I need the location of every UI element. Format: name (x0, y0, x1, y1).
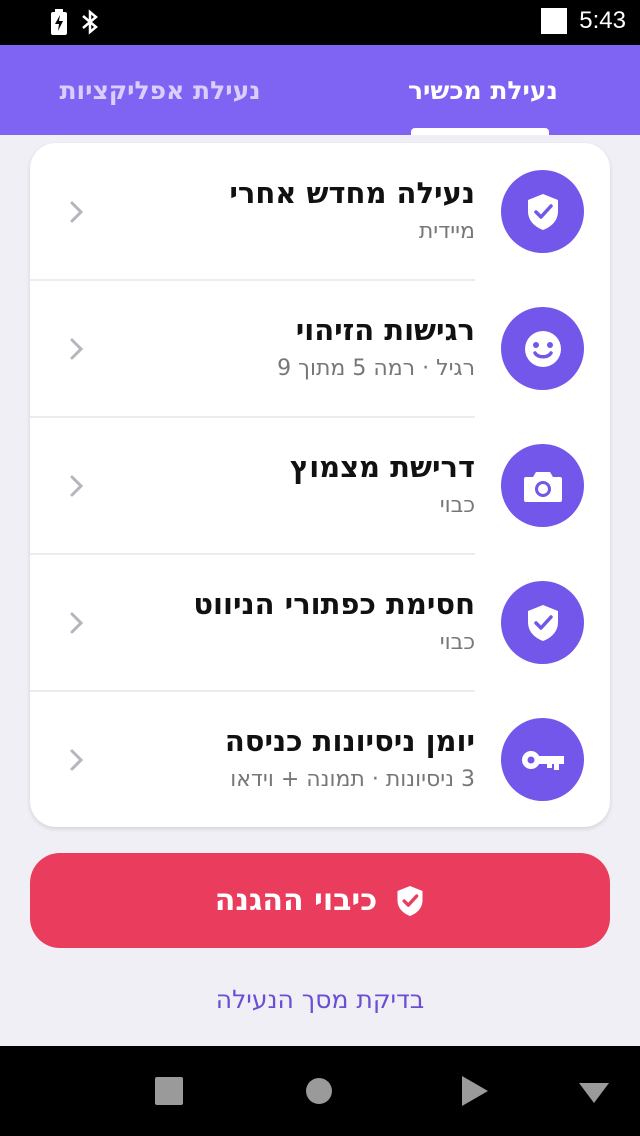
shield-check-icon (501, 581, 584, 664)
bluetooth-icon (80, 9, 100, 39)
check-lock-screen-link[interactable]: בדיקת מסך הנעילה (0, 985, 640, 1014)
back-button[interactable] (460, 1075, 490, 1107)
setting-title: דרישת מצמוץ (290, 450, 475, 484)
recents-button[interactable] (154, 1076, 184, 1106)
shield-check-icon (397, 885, 423, 916)
button-label: כיבוי ההגנה (214, 883, 378, 918)
face-icon (501, 307, 584, 390)
setting-login-attempts-log[interactable]: יומן ניסיונות כניסה 3 ניסיונות · תמונה +… (30, 691, 610, 827)
chevron-left-icon (70, 475, 84, 497)
setting-detection-sensitivity[interactable]: רגישות הזיהוי רגיל · רמה 5 מתוך 9 (30, 280, 610, 417)
notification-down-button[interactable] (578, 1082, 610, 1104)
key-icon (501, 718, 584, 801)
setting-value: כבוי (439, 493, 475, 518)
clock: 5:43 (579, 7, 626, 34)
setting-value: כבוי (439, 630, 475, 655)
setting-relock-after[interactable]: נעילה מחדש אחרי מיידית (30, 143, 610, 280)
settings-card: נעילה מחדש אחרי מיידית רגישות הזיהוי רגי… (30, 143, 610, 827)
setting-value: מיידית (418, 219, 475, 244)
setting-value: 3 ניסיונות · תמונה + וידאו (230, 767, 475, 792)
tab-app-lock[interactable]: נעילת אפליקציות (0, 45, 320, 135)
camera-icon (501, 444, 584, 527)
setting-title: רגישות הזיהוי (295, 313, 475, 347)
home-button[interactable] (305, 1077, 333, 1105)
navigation-bar (0, 1046, 640, 1136)
shield-check-icon (501, 170, 584, 253)
setting-block-nav-buttons[interactable]: חסימת כפתורי הניווט כבוי (30, 554, 610, 691)
status-bar: 5:43 (0, 0, 640, 45)
notification-icon (541, 8, 568, 34)
tab-bar: נעילת מכשיר נעילת אפליקציות (0, 45, 640, 135)
chevron-left-icon (70, 612, 84, 634)
battery-charging-icon (50, 9, 68, 39)
chevron-left-icon (70, 201, 84, 223)
setting-require-blink[interactable]: דרישת מצמוץ כבוי (30, 417, 610, 554)
setting-value: רגיל · רמה 5 מתוך 9 (277, 356, 475, 381)
setting-title: יומן ניסיונות כניסה (224, 724, 475, 758)
chevron-left-icon (70, 749, 84, 771)
disable-protection-button[interactable]: כיבוי ההגנה (30, 853, 610, 948)
tab-indicator (411, 128, 549, 135)
setting-title: נעילה מחדש אחרי (229, 176, 475, 210)
setting-title: חסימת כפתורי הניווט (193, 587, 475, 621)
tab-device-lock[interactable]: נעילת מכשיר (380, 45, 640, 135)
chevron-left-icon (70, 338, 84, 360)
